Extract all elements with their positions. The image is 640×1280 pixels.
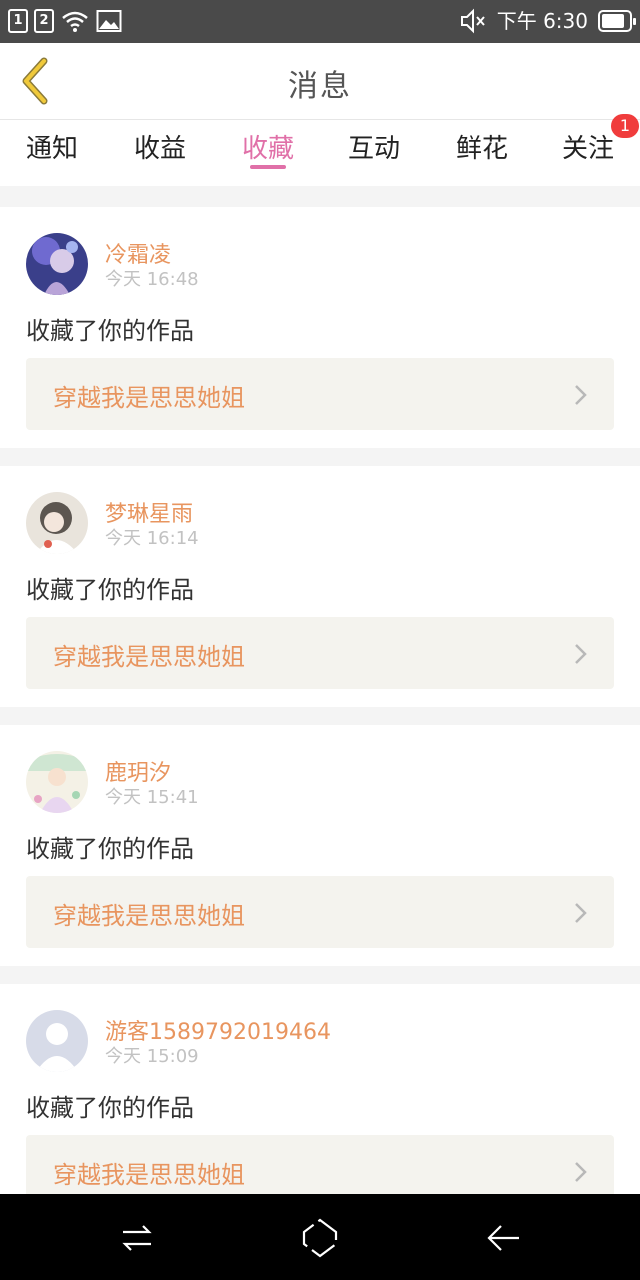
status-left: 1 2: [8, 8, 122, 34]
chevron-right-icon: [575, 903, 587, 923]
clock: 下午 6:30: [496, 9, 588, 33]
battery-level: [602, 14, 624, 28]
app-screen: 1 2 下午 6:30 消息 通知 收益 收藏 互动 鲜花 关注 1 冷霜凌 今…: [0, 0, 640, 1280]
avatar-icon[interactable]: [26, 751, 88, 813]
timestamp: 今天 15:09: [105, 1046, 199, 1067]
action-text: 收藏了你的作品: [26, 1094, 194, 1122]
status-right: 下午 6:30: [459, 8, 636, 34]
mute-icon: [460, 8, 485, 34]
image-icon: [96, 10, 122, 32]
timestamp: 今天 15:41: [105, 787, 199, 808]
list-item: 游客1589792019464 今天 15:09 收藏了你的作品 穿越我是思思她…: [0, 984, 640, 1225]
tab-flowers[interactable]: 鲜花: [456, 128, 508, 165]
header: 消息: [0, 43, 640, 120]
action-text: 收藏了你的作品: [26, 835, 194, 863]
work-title: 穿越我是思思她姐: [53, 643, 245, 671]
list-item: 梦琳星雨 今天 16:14 收藏了你的作品 穿越我是思思她姐: [0, 466, 640, 707]
tab-interact[interactable]: 互动: [348, 128, 400, 165]
chevron-right-icon: [575, 644, 587, 664]
work-link[interactable]: 穿越我是思思她姐: [26, 617, 614, 689]
action-text: 收藏了你的作品: [26, 576, 194, 604]
list-item: 鹿玥汐 今天 15:41 收藏了你的作品 穿越我是思思她姐: [0, 725, 640, 966]
navigation-bar: [0, 1194, 640, 1280]
sim1-icon: 1: [8, 9, 28, 33]
tab-follow[interactable]: 关注: [562, 128, 614, 165]
list-item: 冷霜凌 今天 16:48 收藏了你的作品 穿越我是思思她姐: [0, 207, 640, 448]
timestamp: 今天 16:14: [105, 528, 199, 549]
work-link[interactable]: 穿越我是思思她姐: [26, 358, 614, 430]
tab-earnings[interactable]: 收益: [134, 128, 186, 165]
work-title: 穿越我是思思她姐: [53, 902, 245, 930]
sim2-icon: 2: [34, 9, 54, 33]
wifi-icon: [62, 11, 88, 32]
active-tab-indicator: [250, 165, 286, 169]
back-icon[interactable]: [481, 1216, 525, 1260]
action-text: 收藏了你的作品: [26, 317, 194, 345]
chevron-right-icon: [575, 385, 587, 405]
default-avatar-icon[interactable]: [26, 1010, 88, 1072]
work-title: 穿越我是思思她姐: [53, 1161, 245, 1189]
tab-favorites[interactable]: 收藏: [242, 128, 294, 165]
home-icon[interactable]: [298, 1216, 342, 1260]
status-bar: 1 2 下午 6:30: [0, 0, 640, 43]
recent-apps-icon[interactable]: [115, 1216, 159, 1260]
timestamp: 今天 16:48: [105, 269, 199, 290]
battery-icon: [598, 10, 636, 32]
work-link[interactable]: 穿越我是思思她姐: [26, 876, 614, 948]
avatar-icon[interactable]: [26, 492, 88, 554]
avatar-icon[interactable]: [26, 233, 88, 295]
work-title: 穿越我是思思她姐: [53, 384, 245, 412]
page-title: 消息: [288, 69, 352, 104]
chevron-right-icon: [575, 1162, 587, 1182]
follow-badge: 1: [611, 114, 639, 138]
tab-notify[interactable]: 通知: [26, 128, 78, 165]
tab-bar: 通知 收益 收藏 互动 鲜花 关注: [0, 120, 640, 186]
